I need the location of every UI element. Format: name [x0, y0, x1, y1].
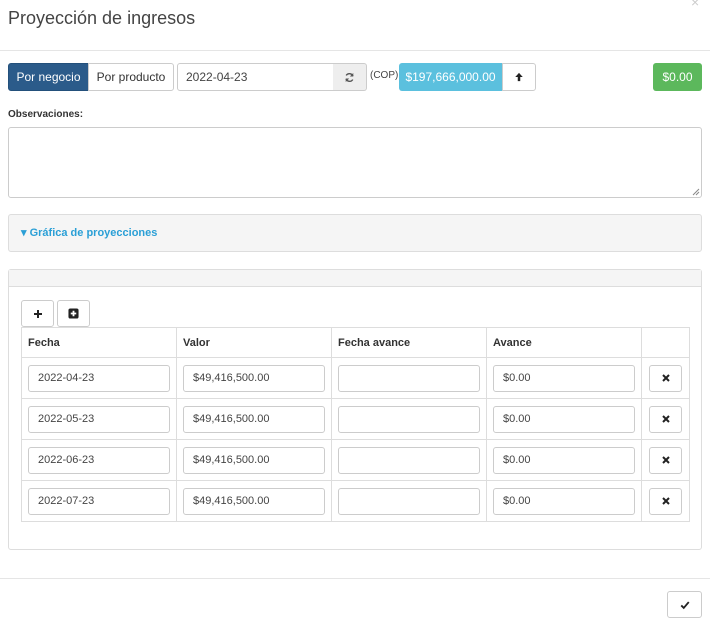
close-icon — [661, 456, 670, 464]
col-header-avance: Avance — [486, 327, 642, 358]
table-row: 2022-05-23 $49,416,500.00 $0.00 — [21, 398, 690, 440]
valor-input[interactable]: $49,416,500.00 — [183, 446, 325, 474]
mode-por-negocio-button[interactable]: Por negocio — [8, 63, 89, 91]
refresh-icon — [345, 72, 354, 82]
fecha-avance-input[interactable] — [338, 364, 480, 392]
date-input[interactable]: 2022-04-23 — [177, 63, 334, 91]
col-header-fecha-avance: Fecha avance — [331, 327, 487, 358]
caret-down-icon: ▾ — [21, 227, 27, 239]
avance-input[interactable]: $0.00 — [493, 446, 635, 474]
refresh-button[interactable] — [333, 63, 367, 91]
chart-toggle-link[interactable]: ▾ Gráfica de proyecciones — [21, 226, 157, 239]
projections-panel-header — [9, 270, 701, 287]
confirm-button[interactable] — [667, 591, 702, 618]
observations-textarea[interactable] — [8, 127, 702, 198]
close-icon[interactable]: × — [691, 0, 699, 10]
delete-row-button[interactable] — [649, 446, 682, 474]
delete-row-button[interactable] — [649, 487, 682, 515]
balance-badge: $0.00 — [653, 63, 702, 91]
projections-table: Fecha Valor Fecha avance Avance 2022-04-… — [21, 327, 690, 522]
currency-note: (COP) — [370, 70, 399, 81]
plus-icon — [33, 309, 42, 318]
table-row: 2022-07-23 $49,416,500.00 $0.00 — [21, 480, 690, 522]
close-icon — [661, 374, 670, 382]
total-amount-badge: $197,666,000.00 — [399, 63, 502, 91]
table-header-row: Fecha Valor Fecha avance Avance — [21, 327, 690, 358]
add-row-button[interactable] — [21, 300, 54, 327]
plus-square-icon — [68, 308, 79, 319]
chart-toggle-label: Gráfica de proyecciones — [29, 227, 158, 239]
avance-input[interactable]: $0.00 — [493, 487, 635, 515]
col-header-fecha: Fecha — [21, 327, 177, 358]
delete-row-button[interactable] — [649, 405, 682, 433]
fecha-input[interactable]: 2022-04-23 — [28, 364, 170, 392]
close-icon — [661, 415, 670, 423]
chart-panel: ▾ Gráfica de proyecciones — [8, 214, 702, 252]
fecha-input[interactable]: 2022-07-23 — [28, 487, 170, 515]
add-multiple-button[interactable] — [57, 300, 90, 327]
col-header-actions — [641, 327, 690, 358]
table-row: 2022-04-23 $49,416,500.00 $0.00 — [21, 357, 690, 399]
avance-input[interactable]: $0.00 — [493, 405, 635, 433]
footer-divider — [0, 578, 710, 579]
move-up-button[interactable] — [502, 63, 536, 91]
fecha-input[interactable]: 2022-05-23 — [28, 405, 170, 433]
delete-row-button[interactable] — [649, 364, 682, 392]
fecha-avance-input[interactable] — [338, 487, 480, 515]
fecha-avance-input[interactable] — [338, 446, 480, 474]
avance-input[interactable]: $0.00 — [493, 364, 635, 392]
header-divider — [0, 50, 710, 51]
check-icon — [680, 600, 689, 609]
fecha-input[interactable]: 2022-06-23 — [28, 446, 170, 474]
arrow-up-icon — [515, 72, 523, 82]
valor-input[interactable]: $49,416,500.00 — [183, 405, 325, 433]
fecha-avance-input[interactable] — [338, 405, 480, 433]
resize-grip-icon[interactable] — [692, 188, 700, 196]
table-row: 2022-06-23 $49,416,500.00 $0.00 — [21, 439, 690, 481]
valor-input[interactable]: $49,416,500.00 — [183, 487, 325, 515]
dialog-title: Proyección de ingresos — [8, 8, 196, 28]
valor-input[interactable]: $49,416,500.00 — [183, 364, 325, 392]
observations-label: Observaciones: — [8, 109, 84, 120]
col-header-valor: Valor — [176, 327, 332, 358]
close-icon — [661, 497, 670, 505]
toolbar: Por negocio Por producto 2022-04-23 (COP… — [8, 63, 702, 91]
mode-por-producto-button[interactable]: Por producto — [88, 63, 174, 91]
